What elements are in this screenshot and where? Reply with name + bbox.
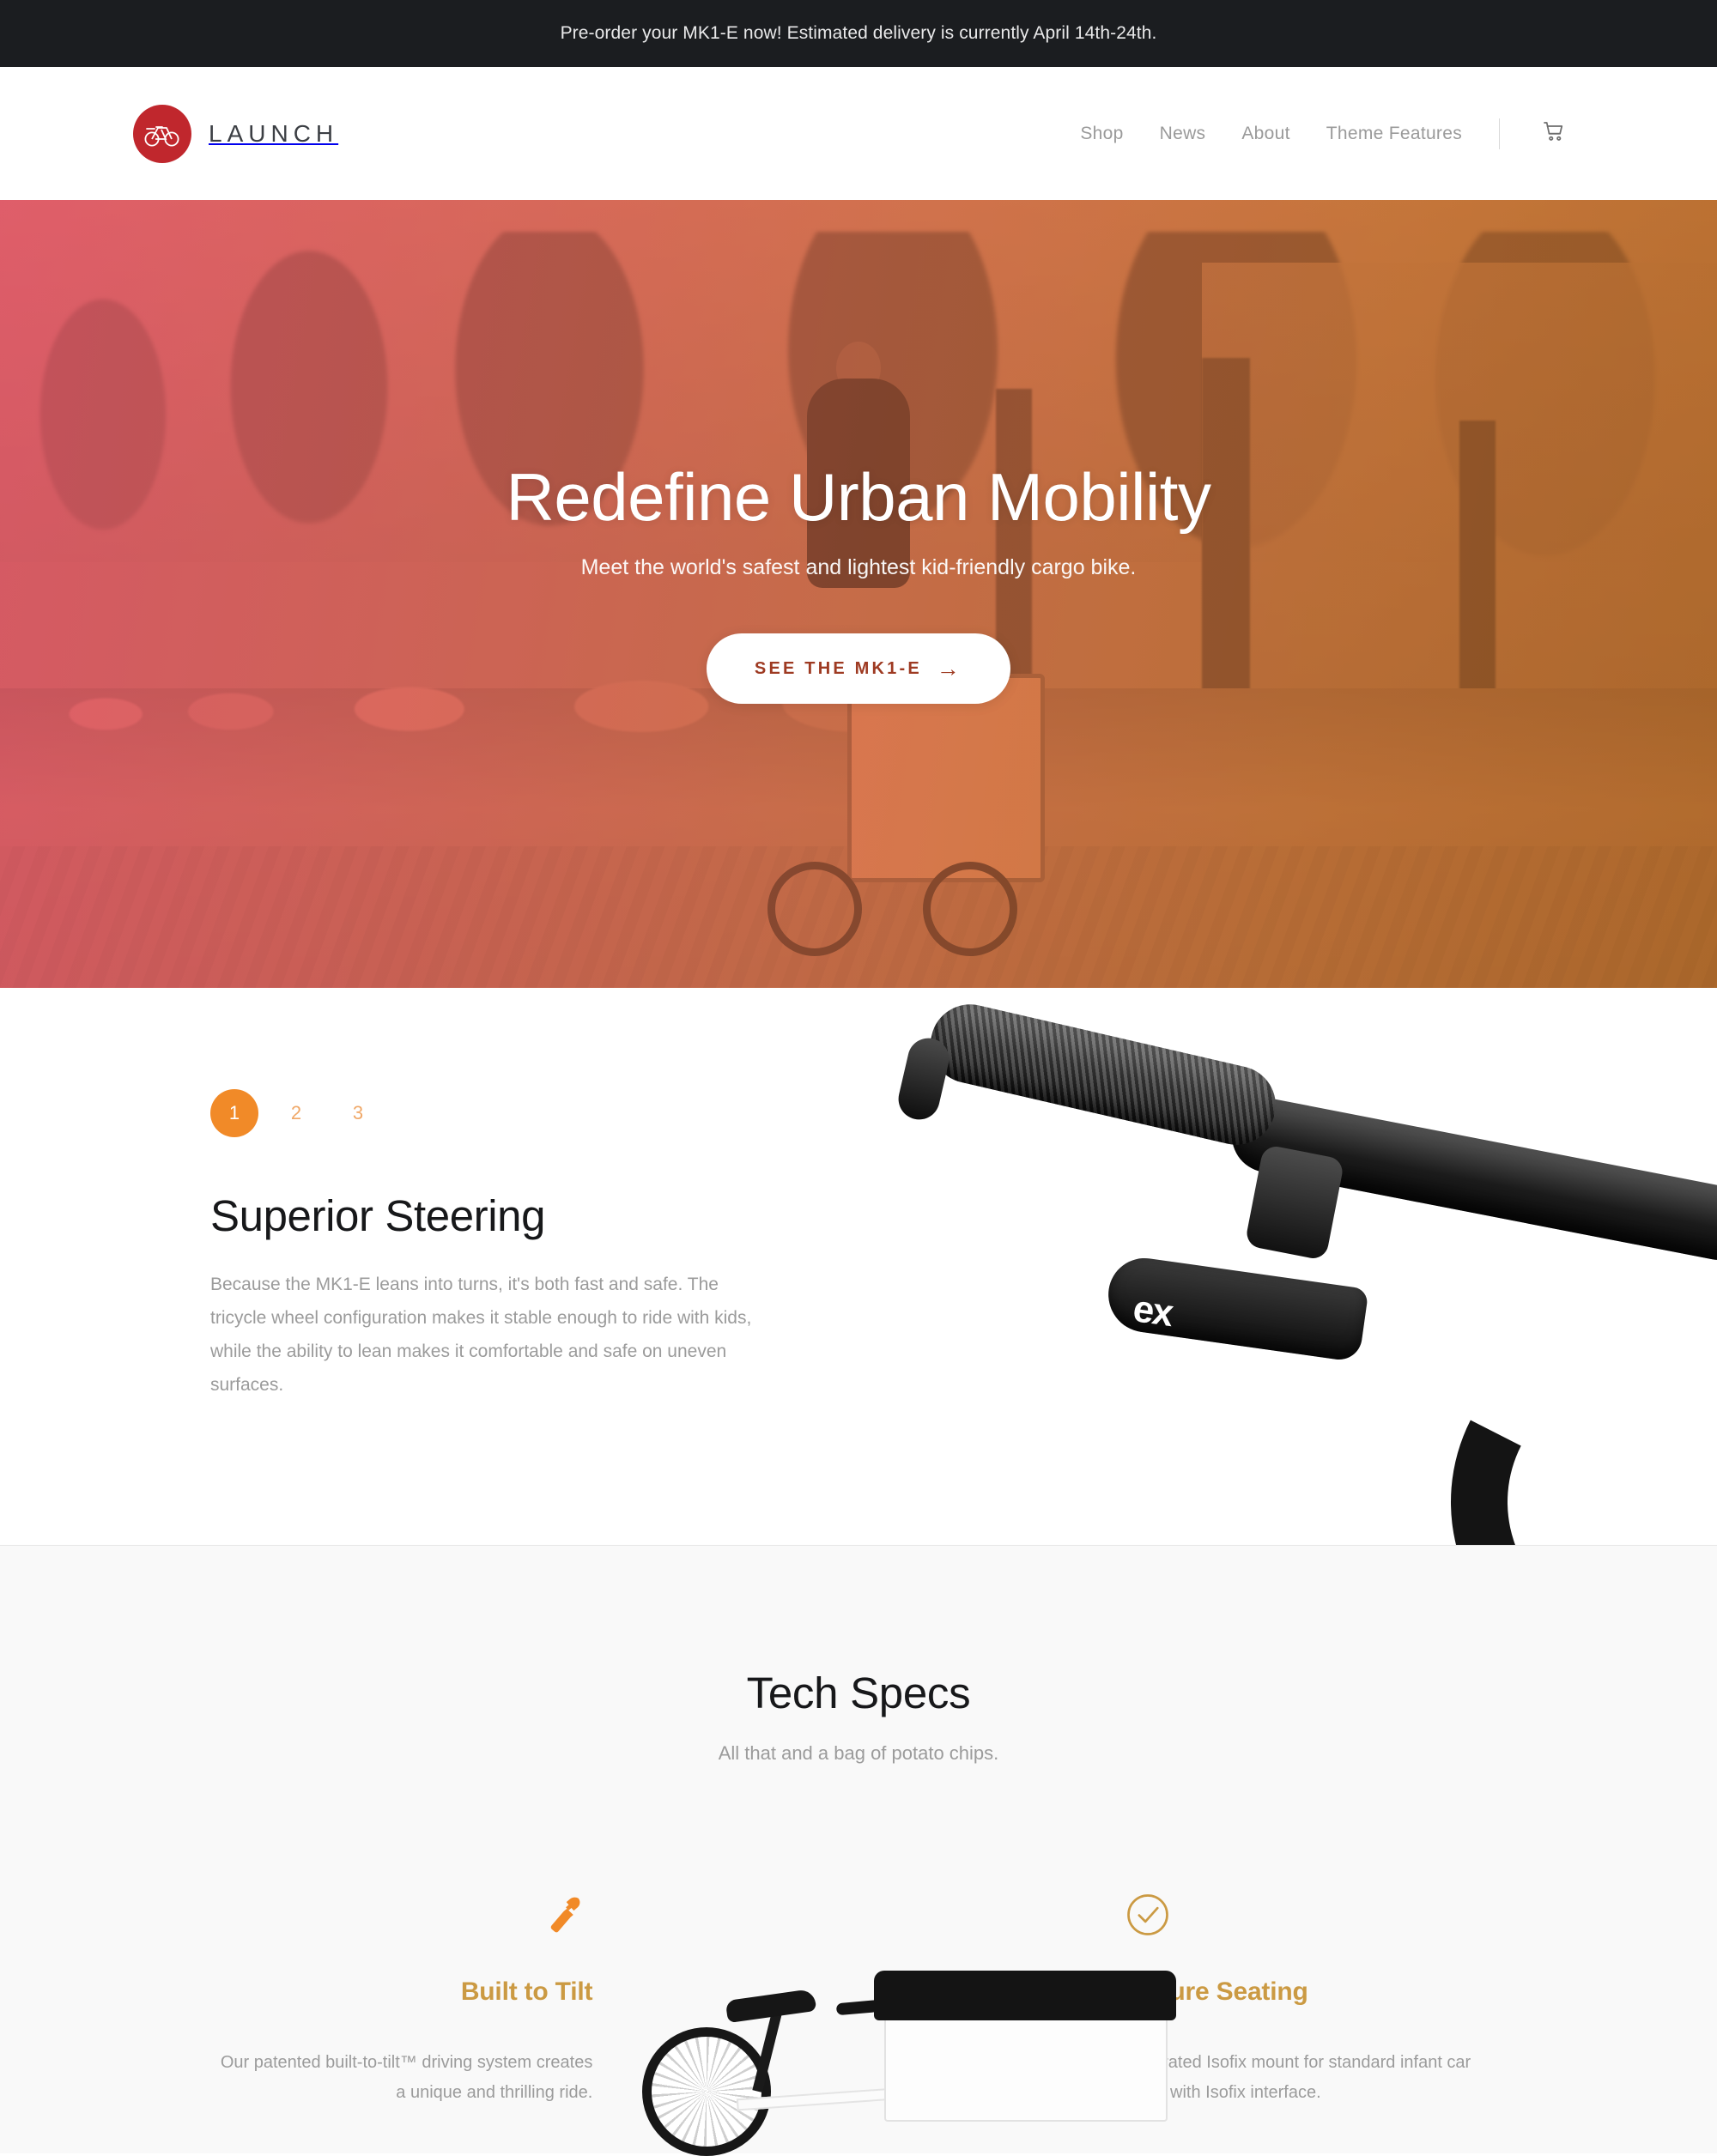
main-navigation: Shop News About Theme Features [1062,118,1584,149]
brand-name: LAUNCH [209,119,339,147]
hero-section: Redefine Urban Mobility Meet the world's… [0,200,1717,988]
tech-specs-subtitle: All that and a bag of potato chips. [718,1742,999,1764]
feature-tab-3[interactable]: 3 [334,1089,382,1137]
nav-item-theme-features[interactable]: Theme Features [1308,124,1480,144]
feature-steering-section: ex 1 2 3 Superior Steering Because the M… [0,988,1717,1546]
nav-divider [1499,118,1500,149]
site-header: LAUNCH Shop News About Theme Features [0,67,1717,200]
spec-description-built-to-tilt: Our patented built-to-tilt™ driving syst… [220,2053,593,2102]
nav-item-news[interactable]: News [1142,124,1224,144]
shopping-cart-icon [1540,118,1566,149]
bicycle-in-circle-icon [133,104,191,163]
announcement-bar: Pre-order your MK1-E now! Estimated deli… [0,0,1717,67]
arrow-right-icon: → [936,655,963,681]
feature-tab-1[interactable]: 1 [210,1089,258,1137]
nav-item-about[interactable]: About [1223,124,1307,144]
feature-title: Superior Steering [210,1191,546,1240]
hero-subtitle: Meet the world's safest and lightest kid… [580,555,1137,579]
hero-title: Redefine Urban Mobility [506,459,1211,535]
hammer-icon [210,1892,592,1945]
tech-specs-title: Tech Specs [746,1668,971,1717]
feature-tab-list: 1 2 3 [210,1089,760,1137]
spec-name-built-to-tilt: Built to Tilt [460,1977,593,2006]
tech-specs-grid: Built to Tilt Our patented built-to-tilt… [0,1885,1717,2156]
hero-cta-label: SEE THE MK1-E [754,658,922,678]
feature-tab-2[interactable]: 2 [272,1089,320,1137]
handlebar-photo: ex [850,988,1717,1545]
spec-item-built-to-tilt: Built to Tilt Our patented built-to-tilt… [210,1885,642,2108]
see-the-mk1e-button[interactable]: SEE THE MK1-E → [706,633,1011,704]
nav-item-shop[interactable]: Shop [1062,124,1141,144]
announcement-text: Pre-order your MK1-E now! Estimated deli… [560,23,1157,43]
brand-logo-link[interactable]: LAUNCH [133,104,339,163]
feature-description: Because the MK1-E leans into turns, it's… [210,1275,752,1395]
tech-specs-section: Tech Specs All that and a bag of potato … [0,1546,1717,2156]
cart-button[interactable] [1522,118,1584,149]
brake-lever-label: ex [1130,1287,1175,1335]
cargo-bike-photo [642,1885,1177,2156]
